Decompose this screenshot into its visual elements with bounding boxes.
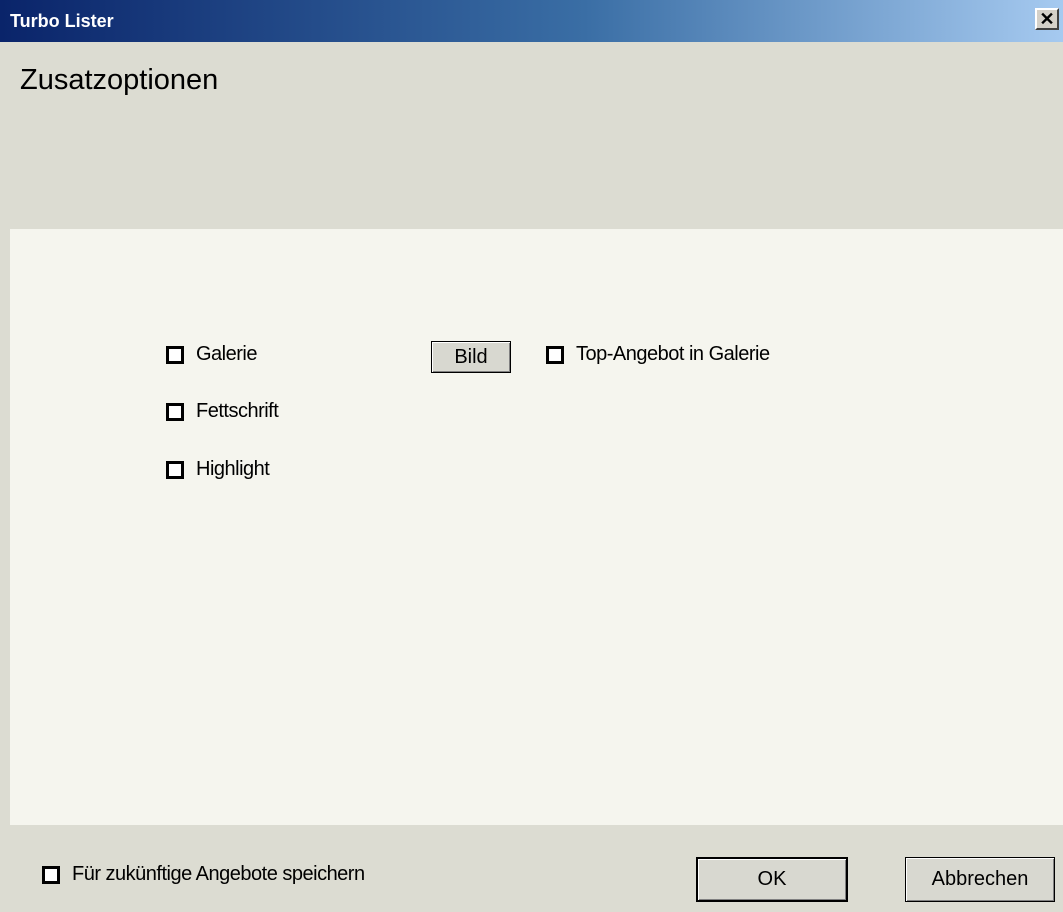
cancel-button[interactable]: Abbrechen xyxy=(905,857,1055,902)
galerie-label: Galerie xyxy=(196,343,257,365)
bild-button-label: Bild xyxy=(454,345,488,368)
highlight-checkbox[interactable] xyxy=(166,460,184,479)
ok-button[interactable]: OK xyxy=(696,857,848,902)
options-panel xyxy=(10,229,1063,825)
highlight-label: Highlight xyxy=(196,458,270,480)
ok-button-label: OK xyxy=(757,868,787,890)
window-title: Turbo Lister xyxy=(10,11,114,31)
galerie-checkbox[interactable] xyxy=(166,345,184,364)
bild-button[interactable]: Bild xyxy=(431,341,511,373)
save-future-label: Für zukünftige Angebote speichern xyxy=(72,863,365,885)
highlight-option[interactable]: Highlight xyxy=(166,458,270,481)
fettschrift-checkbox[interactable] xyxy=(166,402,184,421)
title-bar[interactable]: Turbo Lister ✕ xyxy=(0,0,1063,42)
galerie-option[interactable]: Galerie xyxy=(166,343,257,366)
fettschrift-label: Fettschrift xyxy=(196,400,279,422)
save-future-checkbox[interactable] xyxy=(42,865,60,884)
fettschrift-option[interactable]: Fettschrift xyxy=(166,400,279,423)
page-title: Zusatzoptionen xyxy=(20,64,219,96)
save-future-option[interactable]: Für zukünftige Angebote speichern xyxy=(42,863,365,886)
close-button[interactable]: ✕ xyxy=(1035,8,1059,30)
dialog-window: Turbo Lister ✕ Zusatzoptionen Galerie Bi… xyxy=(0,0,1063,912)
cancel-button-label: Abbrechen xyxy=(931,868,1029,890)
close-icon: ✕ xyxy=(1039,9,1055,29)
top-angebot-option[interactable]: Top-Angebot in Galerie xyxy=(546,343,770,366)
top-angebot-checkbox[interactable] xyxy=(546,345,564,364)
left-edge xyxy=(0,229,10,825)
top-angebot-label: Top-Angebot in Galerie xyxy=(576,343,770,365)
header-panel: Zusatzoptionen xyxy=(0,42,1063,229)
